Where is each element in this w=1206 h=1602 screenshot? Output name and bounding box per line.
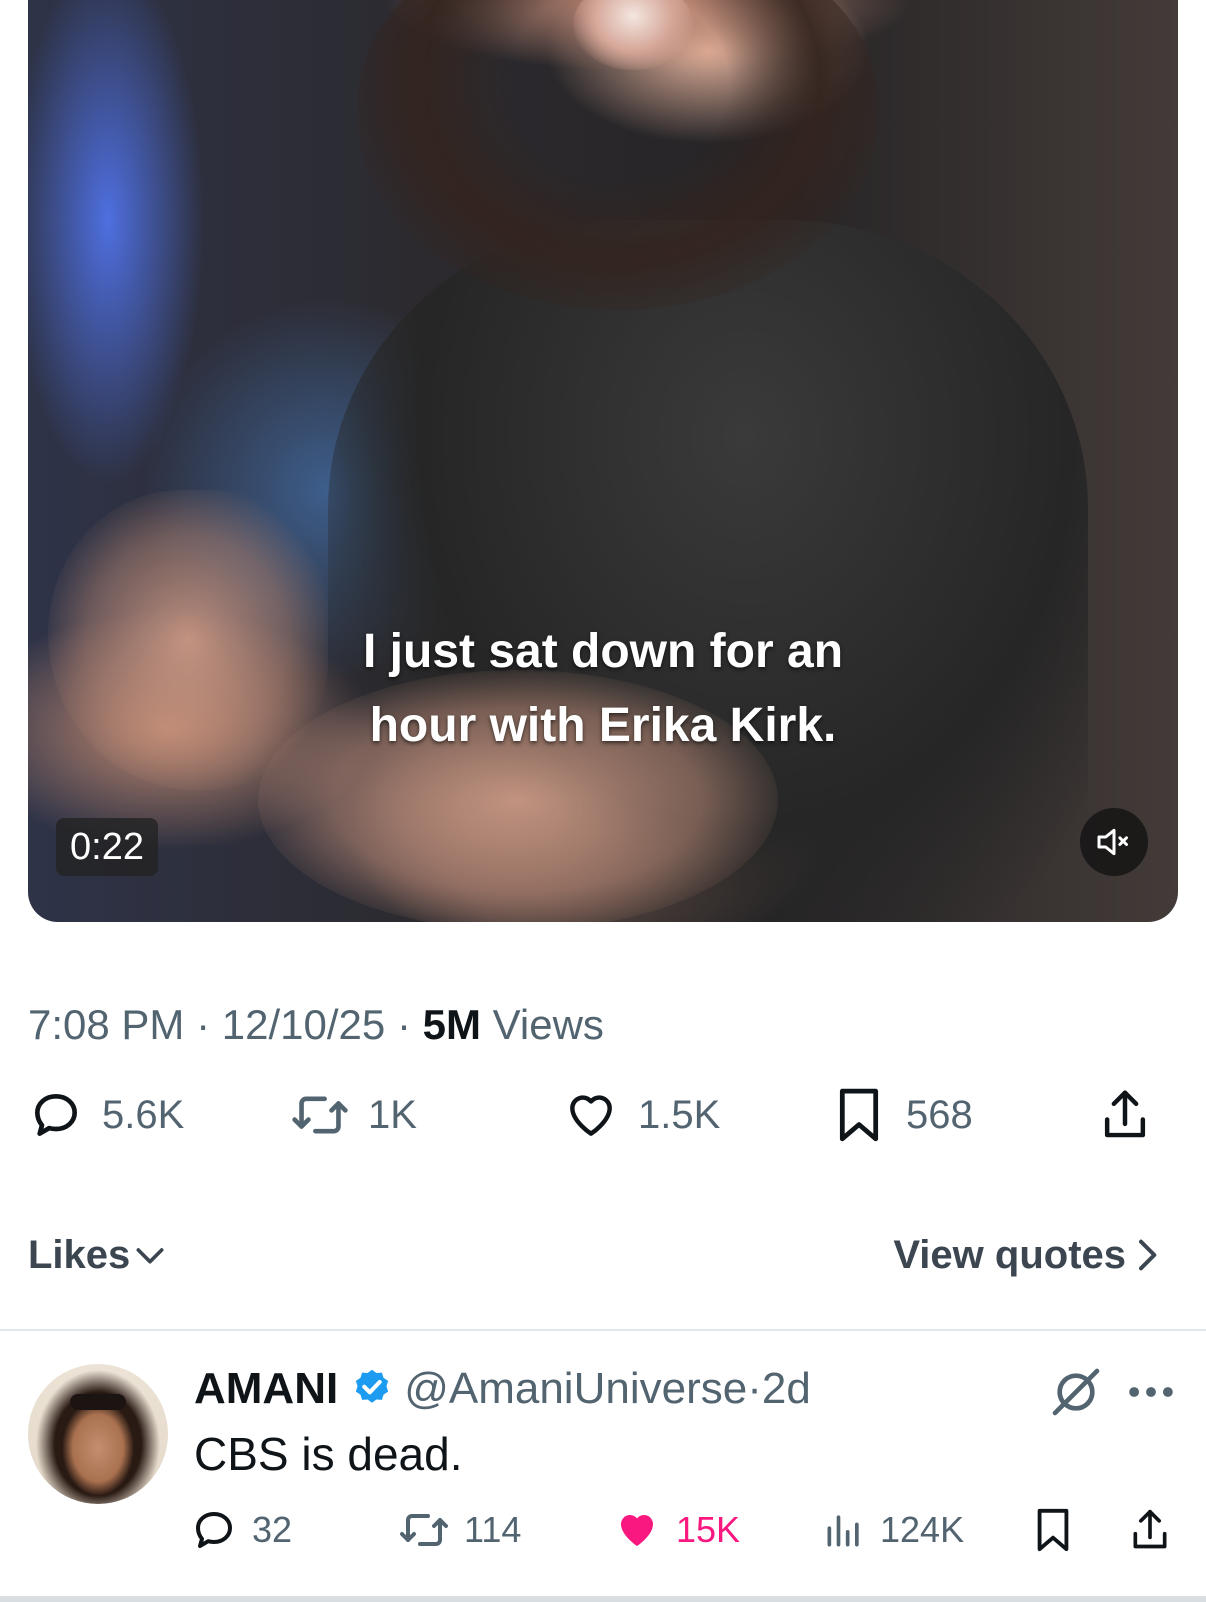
chevron-right-icon: [1139, 1239, 1157, 1271]
reply-text: CBS is dead.: [194, 1428, 463, 1480]
reply-icon: [196, 1512, 232, 1548]
reply-views-count: 124K: [880, 1509, 965, 1550]
view-quotes-label: View quotes: [893, 1233, 1126, 1277]
like-count: 1.5K: [638, 1092, 721, 1137]
video-caption-line: hour with Erika Kirk.: [369, 699, 837, 752]
reply-reply-button[interactable]: 32: [190, 1500, 292, 1560]
mute-button[interactable]: [1080, 808, 1148, 876]
reply-count: 5.6K: [102, 1092, 185, 1137]
reply-icon: [35, 1094, 77, 1136]
reply-share-button[interactable]: [1128, 1500, 1172, 1560]
post-action-bar: 5.6K 1K 1.5K 568: [0, 1080, 1206, 1150]
bookmark-icon: [1037, 1508, 1069, 1552]
meta-separator: ·: [396, 1001, 411, 1048]
view-quotes-link[interactable]: View quotes: [893, 1230, 1166, 1280]
bookmark-count: 568: [906, 1092, 973, 1137]
likes-label: Likes: [28, 1233, 131, 1277]
meta-separator: ·: [747, 1364, 762, 1413]
video-caption-line: I just sat down for an: [362, 625, 844, 678]
reply-action-bar: 32 114 15K 124K: [0, 1500, 1206, 1560]
views-chart-icon: [827, 1515, 859, 1547]
share-icon: [1104, 1090, 1146, 1138]
like-button[interactable]: 1.5K: [562, 1080, 720, 1150]
repost-button[interactable]: 1K: [290, 1080, 417, 1150]
section-divider: [0, 1329, 1206, 1331]
heart-filled-icon: [621, 1515, 653, 1546]
reply-like-button[interactable]: 15K: [612, 1500, 740, 1560]
repost-count: 1K: [368, 1092, 417, 1137]
repost-icon: [292, 1096, 348, 1134]
reply-age: 2d: [761, 1364, 811, 1413]
chevron-down-icon: [136, 1248, 164, 1264]
speaker-muted-icon: [1097, 828, 1128, 856]
post-meta: 7:08 PM · 12/10/25 · 5M Views: [28, 1000, 604, 1050]
heart-icon: [570, 1095, 612, 1136]
bookmark-icon: [839, 1088, 879, 1142]
reply-button[interactable]: 5.6K: [28, 1080, 184, 1150]
avatar[interactable]: [28, 1364, 168, 1504]
reply-reply-count: 32: [252, 1509, 293, 1550]
reply-like-count: 15K: [676, 1509, 741, 1550]
reply-repost-button[interactable]: 114: [398, 1500, 521, 1560]
reply-header: AMANI @AmaniUniverse · 2d: [194, 1362, 811, 1416]
grok-icon[interactable]: [1048, 1364, 1104, 1420]
views-label: Views: [492, 1001, 604, 1048]
bottom-divider: [0, 1596, 1206, 1602]
likes-dropdown[interactable]: Likes: [28, 1230, 170, 1280]
verified-badge-icon: [356, 1369, 389, 1403]
reply-views-button[interactable]: 124K: [822, 1500, 964, 1560]
more-options-icon[interactable]: [1128, 1384, 1174, 1400]
meta-separator: ·: [196, 1001, 211, 1048]
post-date: 12/10/25: [221, 1001, 386, 1048]
share-button[interactable]: [1098, 1080, 1152, 1150]
video-duration-badge: 0:22: [56, 818, 158, 876]
reply-repost-count: 114: [464, 1509, 522, 1550]
reply-author-name[interactable]: AMANI: [194, 1362, 338, 1416]
repost-icon: [400, 1514, 448, 1546]
post-time: 7:08 PM: [28, 1001, 185, 1048]
video-caption: I just sat down for an hour with Erika K…: [28, 615, 1178, 763]
bookmark-button[interactable]: 568: [830, 1080, 973, 1150]
reply-author-handle[interactable]: @AmaniUniverse: [404, 1362, 747, 1416]
video-player[interactable]: I just sat down for an hour with Erika K…: [28, 0, 1178, 922]
reply-bookmark-button[interactable]: [1030, 1500, 1076, 1560]
views-count: 5M: [422, 1001, 481, 1048]
share-icon: [1133, 1509, 1167, 1549]
